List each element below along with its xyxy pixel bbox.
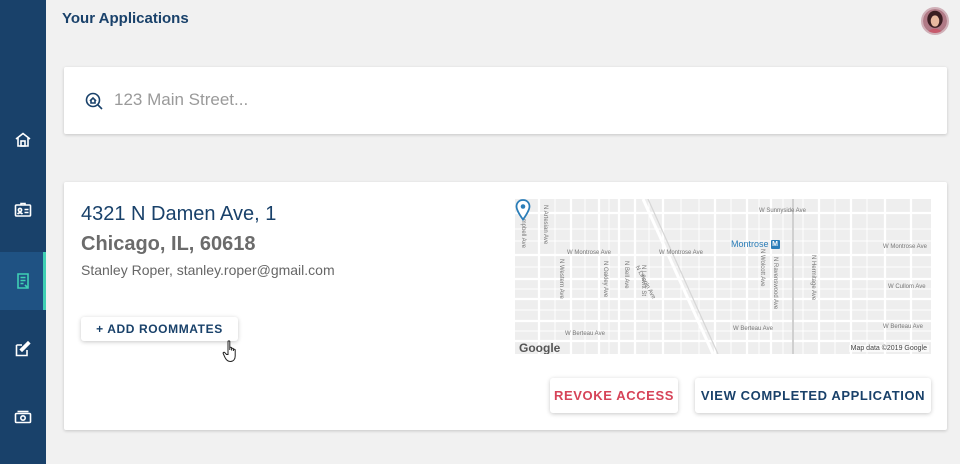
home-search-icon bbox=[85, 92, 103, 110]
transit-station: Montrose M bbox=[731, 239, 780, 249]
map-street-label: N Ravenswood Ave bbox=[772, 257, 778, 310]
home-icon bbox=[15, 132, 31, 147]
revoke-access-button[interactable]: REVOKE ACCESS bbox=[550, 378, 678, 413]
map-street-label: W Berteau Ave bbox=[733, 326, 773, 332]
map-street-label: W Berteau Ave bbox=[565, 331, 605, 337]
map-street-label: W Montrose Ave bbox=[883, 244, 927, 250]
sidebar-item-home[interactable] bbox=[0, 111, 46, 169]
sidebar-item-applications[interactable] bbox=[0, 252, 46, 310]
map-street-label: N Western Ave bbox=[558, 259, 564, 299]
tenant-info: Stanley Roper, stanley.roper@gmail.com bbox=[81, 262, 335, 278]
search-input[interactable] bbox=[114, 85, 914, 115]
map-street-label: W Montrose Ave bbox=[659, 250, 703, 256]
metro-icon: M bbox=[770, 239, 780, 249]
map-street-label: W Sunnyside Ave bbox=[759, 208, 806, 214]
page-title: Your Applications bbox=[62, 10, 189, 27]
address-line: 4321 N Damen Ave, 1 bbox=[81, 203, 277, 225]
map-street-label: W Berteau Ave bbox=[883, 324, 923, 330]
search-card bbox=[64, 67, 947, 134]
city-state-zip: Chicago, IL, 60618 bbox=[81, 233, 256, 255]
hand-cursor-icon bbox=[222, 340, 236, 363]
application-card: 4321 N Damen Ave, 1 Chicago, IL, 60618 S… bbox=[64, 182, 947, 430]
avatar[interactable] bbox=[921, 7, 949, 35]
map[interactable]: W Sunnyside Ave W Montrose Ave W Montros… bbox=[515, 199, 931, 354]
sidebar bbox=[0, 0, 46, 464]
station-label: Montrose bbox=[731, 239, 769, 249]
document-icon bbox=[17, 273, 29, 289]
sidebar-item-profile[interactable] bbox=[0, 181, 46, 239]
map-street-label: W Cullom Ave bbox=[888, 284, 926, 290]
sidebar-item-payments[interactable] bbox=[0, 389, 46, 447]
google-logo: Google bbox=[519, 341, 561, 354]
map-street-label: N Wolcott Ave bbox=[759, 249, 765, 287]
money-icon bbox=[14, 410, 32, 424]
map-street-label: N Bell Ave bbox=[623, 261, 629, 289]
map-street-label: W Montrose Ave bbox=[567, 250, 611, 256]
sidebar-item-edit[interactable] bbox=[0, 320, 46, 378]
map-street-label: N Artesian Ave bbox=[542, 205, 548, 245]
location-pin-icon[interactable] bbox=[515, 199, 531, 221]
id-card-icon bbox=[14, 202, 32, 217]
map-street-label: N Oakley Ave bbox=[602, 261, 608, 298]
edit-icon bbox=[15, 340, 31, 357]
map-street-label: N Hermitage Ave bbox=[810, 255, 816, 301]
view-application-button[interactable]: VIEW COMPLETED APPLICATION bbox=[695, 378, 931, 413]
add-roommates-button[interactable]: + ADD ROOMMATES bbox=[81, 317, 238, 341]
map-copyright: Map data ©2019 Google bbox=[848, 345, 929, 352]
